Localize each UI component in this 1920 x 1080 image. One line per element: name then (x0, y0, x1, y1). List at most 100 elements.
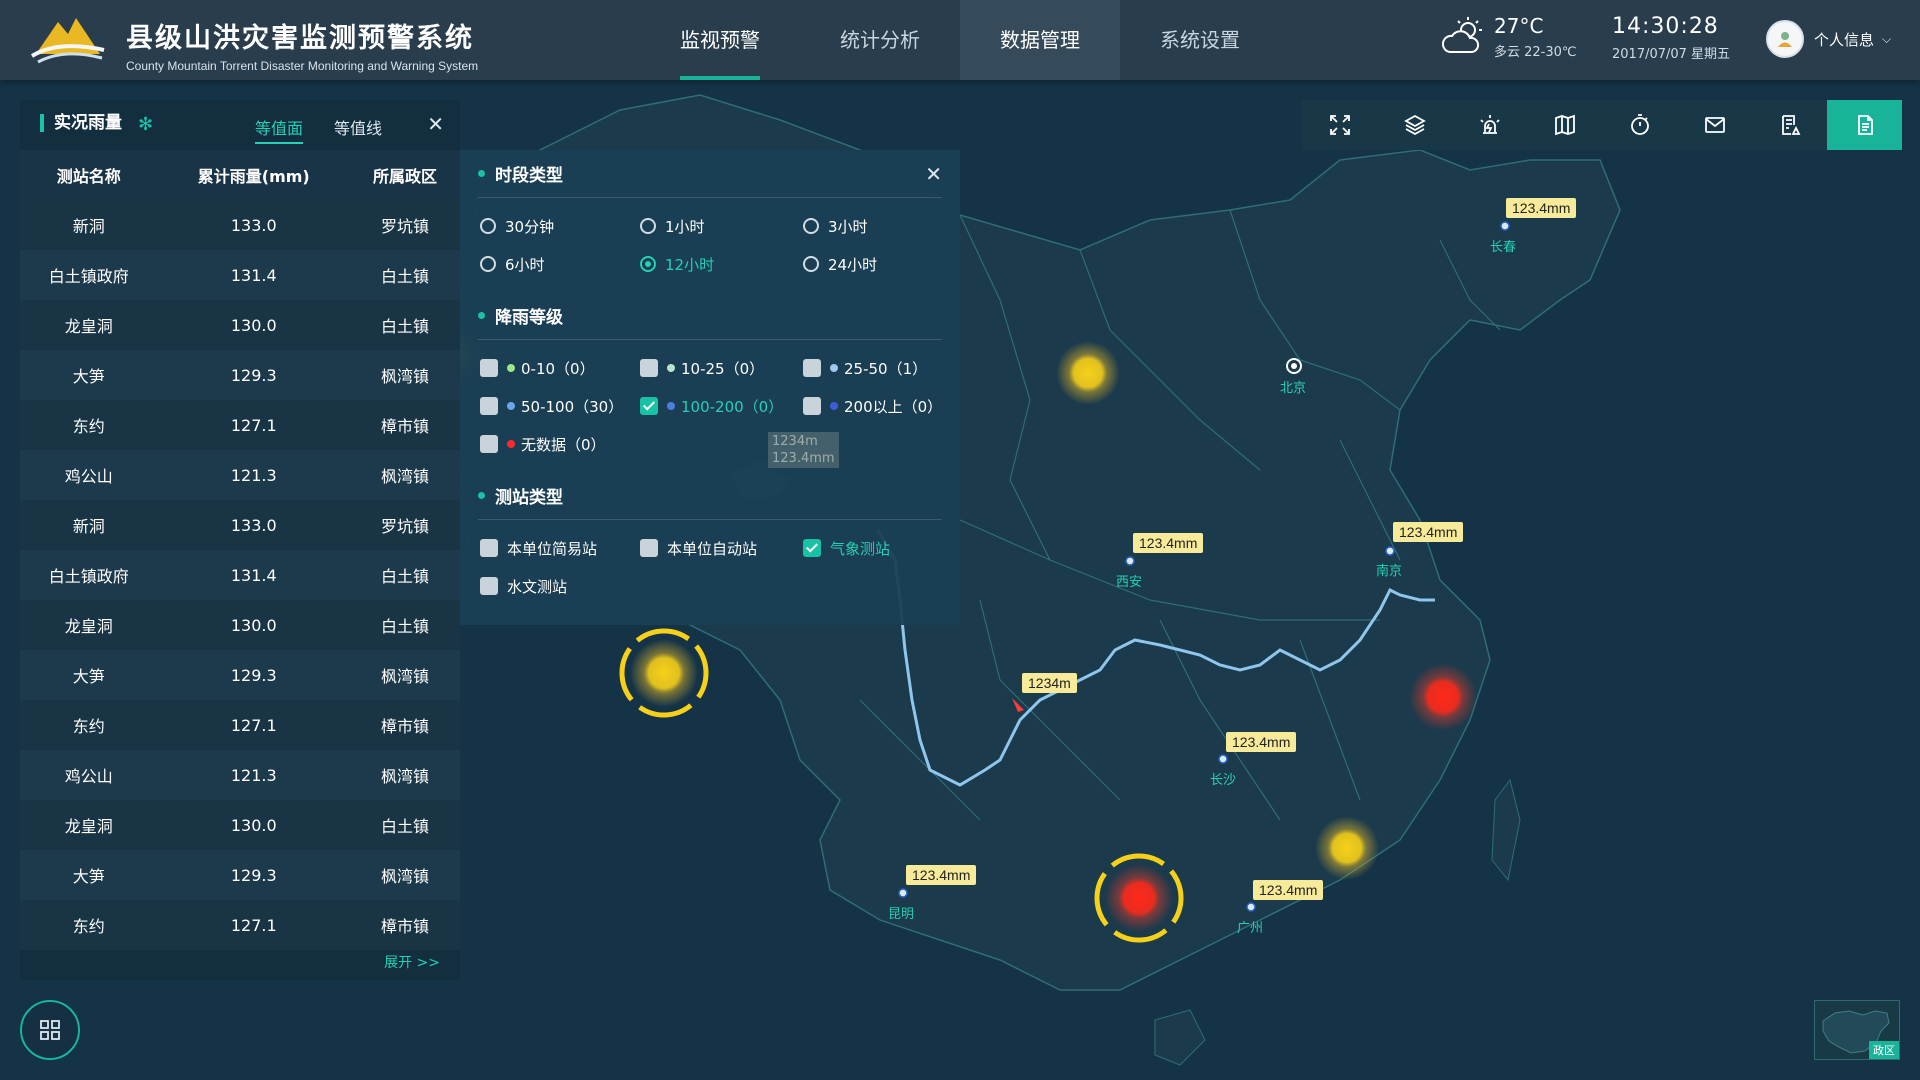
nav-monitor-warning[interactable]: 监视预警 (640, 0, 800, 80)
table-row[interactable]: 大笋 129.3 枫湾镇 (20, 350, 460, 400)
period-option[interactable]: 3小时 (803, 214, 963, 238)
checkbox[interactable] (480, 539, 498, 557)
nav-data-management[interactable]: 数据管理 (960, 0, 1120, 80)
rainfall-value-tag[interactable]: 123.4mm (1393, 522, 1464, 542)
checkbox[interactable] (803, 397, 821, 415)
avatar[interactable] (1766, 20, 1804, 58)
close-icon[interactable]: ✕ (427, 112, 444, 136)
station-name-cell: 大笋 (72, 367, 105, 386)
rain-level-option[interactable]: 100-200（0） (640, 394, 803, 418)
rainfall-value-tag[interactable]: 123.4mm (1253, 880, 1324, 900)
radio-button[interactable] (640, 256, 656, 272)
mail-button[interactable] (1677, 100, 1752, 150)
warning-marker-yellow[interactable] (1056, 341, 1120, 405)
table-row[interactable]: 鸡公山 121.3 枫湾镇 (20, 450, 460, 500)
rain-level-option[interactable]: 0-10（0） (480, 356, 640, 380)
table-row[interactable]: 白土镇政府 131.4 白土镇 (20, 250, 460, 300)
expand-link[interactable]: 展开 >> (384, 952, 440, 972)
option-label: 24小时 (828, 255, 878, 274)
period-option[interactable]: 1小时 (640, 214, 803, 238)
period-option[interactable]: 12小时 (640, 252, 803, 276)
rainfall-value-tag[interactable]: 123.4mm (1506, 198, 1577, 218)
rain-level-options: 0-10（0） 10-25（0） 25-50（1） 50-100（30） 100-200… (478, 340, 942, 472)
tab-isoline[interactable]: 等值线 (334, 115, 382, 139)
checkbox[interactable] (480, 435, 498, 453)
report-button[interactable] (1752, 100, 1827, 150)
nav-system-settings[interactable]: 系统设置 (1120, 0, 1280, 80)
nav-statistics[interactable]: 统计分析 (800, 0, 960, 80)
column-header-rainfall[interactable]: 累计雨量(mm) (157, 150, 350, 200)
rain-level-option[interactable]: 200以上（0） (803, 394, 963, 418)
title-block: 县级山洪灾害监测预警系统 County Mountain Torrent Dis… (126, 16, 478, 73)
station-type-option[interactable]: 水文测站 (480, 574, 640, 598)
table-row[interactable]: 东约 127.1 樟市镇 (20, 700, 460, 750)
checkbox[interactable] (480, 397, 498, 415)
user-menu[interactable]: 个人信息 ⌵ (1766, 20, 1891, 58)
table-row[interactable]: 东约 127.1 樟市镇 (20, 400, 460, 450)
rainfall-value-tag[interactable]: 123.4mm (1133, 533, 1204, 553)
station-type-option[interactable]: 气象测站 (803, 536, 963, 560)
radio-button[interactable] (640, 218, 656, 234)
rain-level-option[interactable]: 50-100（30） (480, 394, 640, 418)
radio-button[interactable] (803, 218, 819, 234)
rainfall-cell: 133.0 (230, 215, 277, 235)
app-menu-button[interactable] (20, 1000, 80, 1060)
checkbox[interactable] (480, 577, 498, 595)
region-minimap[interactable]: 政区 (1814, 1000, 1900, 1060)
tab-isosurface[interactable]: 等值面 (255, 115, 304, 144)
column-header-region[interactable]: 所属政区 (349, 150, 460, 200)
table-row[interactable]: 鸡公山 121.3 枫湾镇 (20, 750, 460, 800)
station-type-option[interactable]: 本单位自动站 (640, 536, 803, 560)
radio-button[interactable] (803, 256, 819, 272)
rainfall-value-tag[interactable]: 123.4mm (1226, 732, 1297, 752)
warning-marker-red[interactable] (1409, 663, 1477, 731)
period-option[interactable]: 6小时 (480, 252, 640, 276)
table-row[interactable]: 龙皇洞 130.0 白土镇 (20, 300, 460, 350)
fullscreen-button[interactable] (1302, 100, 1377, 150)
checkbox[interactable] (640, 397, 658, 415)
option-label: 0-10（0） (521, 359, 595, 378)
rainfall-value-tag[interactable]: 123.4mm (906, 865, 977, 885)
warning-marker-yellow[interactable] (1315, 816, 1379, 880)
rainfall-cell: 129.3 (230, 365, 277, 385)
table-row[interactable]: 大笋 129.3 枫湾镇 (20, 850, 460, 900)
table-row[interactable]: 白土镇政府 131.4 白土镇 (20, 550, 460, 600)
timer-button[interactable] (1602, 100, 1677, 150)
radio-button[interactable] (480, 256, 496, 272)
period-option[interactable]: 30分钟 (480, 214, 640, 238)
rain-level-option[interactable]: 无数据（0） (480, 432, 640, 456)
option-label: 本单位自动站 (667, 539, 758, 558)
user-icon (1778, 32, 1792, 47)
station-name-cell: 龙皇洞 (64, 317, 113, 336)
table-row[interactable]: 新洞 133.0 罗坑镇 (20, 500, 460, 550)
station-name-cell: 东约 (72, 417, 105, 436)
city-label-changchun: 长春 (1490, 240, 1517, 255)
table-row[interactable]: 新洞 133.0 罗坑镇 (20, 200, 460, 250)
alarm-button[interactable] (1452, 100, 1527, 150)
layers-button[interactable] (1377, 100, 1452, 150)
column-header-station[interactable]: 测站名称 (20, 150, 158, 200)
period-option[interactable]: 24小时 (803, 252, 963, 276)
user-label[interactable]: 个人信息 (1814, 29, 1874, 50)
rain-level-option[interactable]: 10-25（0） (640, 356, 803, 380)
radio-button[interactable] (480, 218, 496, 234)
checkbox[interactable] (803, 539, 821, 557)
checkbox[interactable] (640, 539, 658, 557)
station-name-cell: 东约 (72, 917, 105, 936)
rain-level-option[interactable]: 25-50（1） (803, 356, 963, 380)
checkbox[interactable] (640, 359, 658, 377)
rainfall-cell: 129.3 (230, 665, 277, 685)
station-type-option[interactable]: 本单位简易站 (480, 536, 640, 560)
table-row[interactable]: 龙皇洞 130.0 白土镇 (20, 600, 460, 650)
checkbox[interactable] (803, 359, 821, 377)
elevation-value-tag[interactable]: 1234m (1022, 673, 1077, 693)
gear-icon[interactable]: ✻ (138, 114, 153, 135)
table-row[interactable]: 大笋 129.3 枫湾镇 (20, 650, 460, 700)
table-row[interactable]: 东约 127.1 樟市镇 (20, 900, 460, 950)
chevron-down-icon[interactable]: ⌵ (1882, 32, 1891, 47)
table-row[interactable]: 龙皇洞 130.0 白土镇 (20, 800, 460, 850)
document-button[interactable] (1827, 100, 1902, 150)
map-button[interactable] (1527, 100, 1602, 150)
close-icon[interactable]: ✕ (925, 162, 942, 186)
checkbox[interactable] (480, 359, 498, 377)
